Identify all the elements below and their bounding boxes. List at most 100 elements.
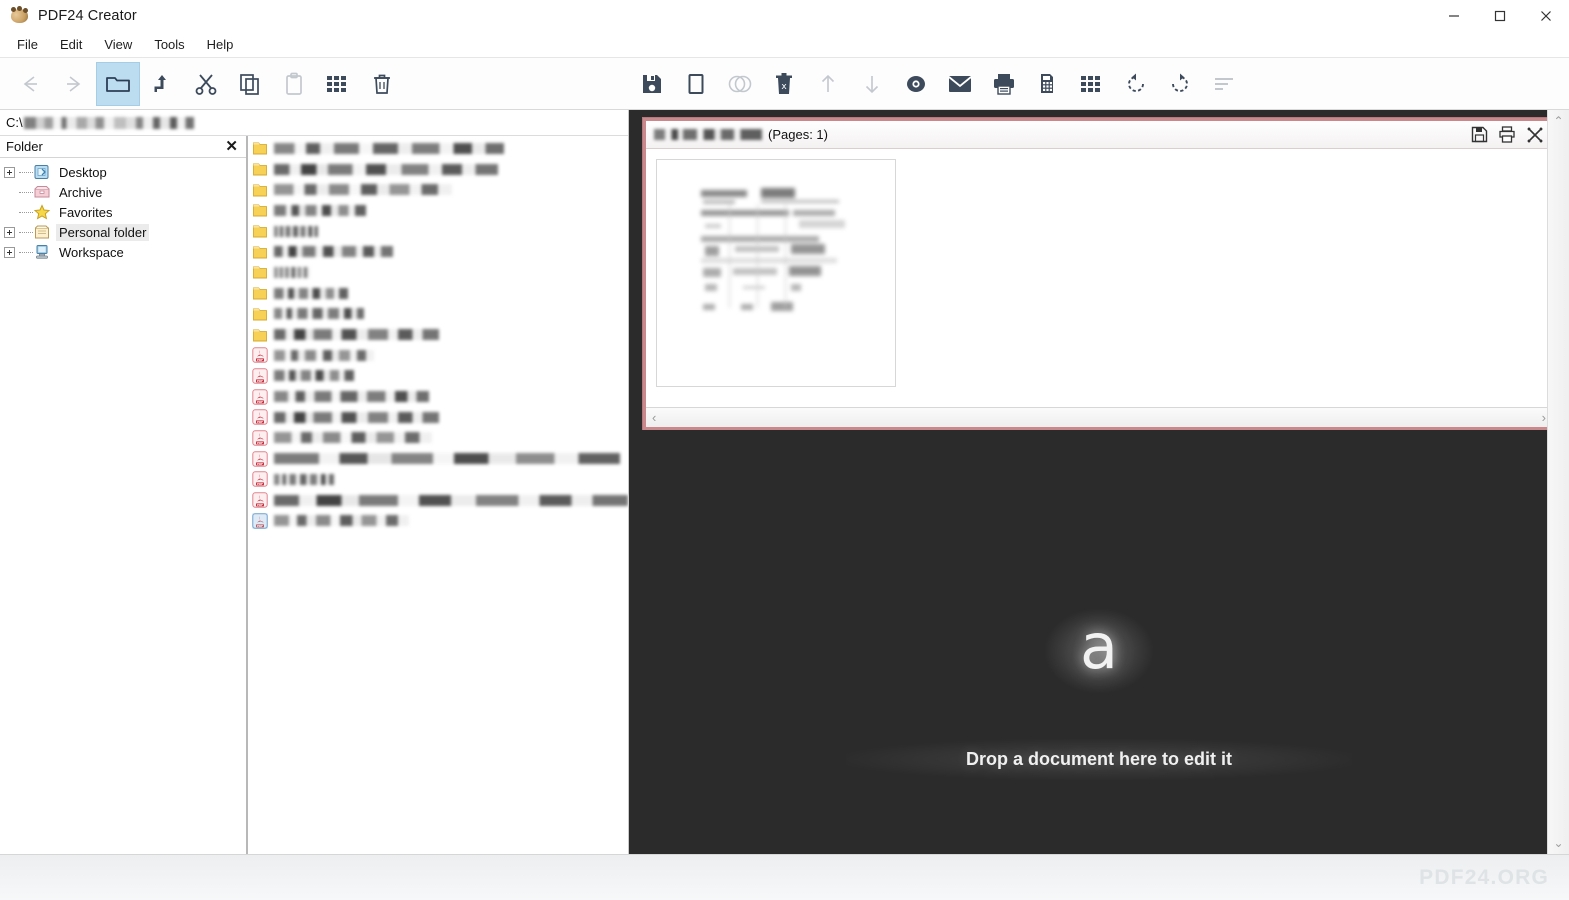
print-button[interactable] [982, 62, 1026, 106]
svg-text:PDF: PDF [257, 358, 263, 362]
print-document-icon[interactable] [1498, 126, 1516, 144]
tree-item-workspace[interactable]: Workspace [0, 242, 246, 262]
file-list-item[interactable]: PDF [248, 407, 628, 428]
file-list-item[interactable] [248, 283, 628, 304]
file-list-item[interactable] [248, 221, 628, 242]
scroll-left-icon[interactable]: ‹ [652, 410, 656, 425]
file-list[interactable]: PDF PDF PDF PDF PDF PDF PDF PDF PDF [248, 136, 628, 854]
close-icon[interactable]: ✕ [225, 139, 238, 154]
path-bar[interactable]: C:\ [0, 110, 628, 136]
toolbar-left-group [0, 61, 404, 106]
scroll-down-icon[interactable]: ⌄ [1553, 836, 1563, 850]
thumbnails-button[interactable] [1070, 62, 1114, 106]
file-list-item[interactable]: PDF [248, 469, 628, 490]
pdf-file-icon: PDF [252, 430, 268, 446]
pdf-file-icon: PDF [252, 450, 268, 467]
up-button[interactable] [140, 62, 184, 106]
pdf24-logo-icon: a [1045, 608, 1153, 693]
drop-zone[interactable]: a Drop a document here to edit it [629, 430, 1569, 854]
cut-button[interactable] [184, 62, 228, 106]
close-button[interactable] [1523, 0, 1569, 32]
file-name-redacted [274, 370, 354, 382]
rotate-right-button[interactable] [1158, 62, 1202, 106]
save-button[interactable] [630, 62, 674, 106]
rotate-left-button[interactable] [1114, 62, 1158, 106]
file-list-item[interactable] [248, 200, 628, 221]
tree-item-personal-folder[interactable]: Personal folder [0, 222, 246, 242]
file-list-item[interactable]: PDF [248, 490, 628, 511]
document-horizontal-scrollbar[interactable]: ‹ › [646, 407, 1552, 427]
expand-icon[interactable] [4, 246, 15, 258]
close-document-icon[interactable] [1526, 126, 1544, 144]
file-name-redacted [274, 473, 334, 485]
folder-button[interactable] [96, 61, 140, 106]
file-list-item[interactable]: PDF [248, 428, 628, 449]
forward-button[interactable] [52, 62, 96, 106]
file-name-redacted [274, 204, 366, 216]
file-list-item[interactable] [248, 262, 628, 283]
scroll-up-icon[interactable]: ⌃ [1553, 114, 1563, 128]
path-prefix: C:\ [6, 115, 23, 130]
document-panel[interactable]: (Pages: 1) ‹ › [643, 118, 1555, 430]
file-list-item[interactable] [248, 241, 628, 262]
editor-pane: (Pages: 1) ‹ › a Drop a document here to… [629, 110, 1569, 854]
move-up-button[interactable] [806, 62, 850, 106]
file-name-redacted [274, 163, 498, 175]
scroll-right-icon[interactable]: › [1542, 410, 1546, 425]
file-list-item[interactable]: PDF [248, 448, 628, 469]
delete-button[interactable] [360, 62, 404, 106]
file-list-item[interactable]: PDF [248, 366, 628, 387]
tree-item-favorites[interactable]: Favorites [0, 202, 246, 222]
file-list-item[interactable]: PDF [248, 510, 628, 531]
new-page-button[interactable] [674, 62, 718, 106]
delete-page-button[interactable]: x [762, 62, 806, 106]
expand-icon[interactable] [4, 166, 15, 178]
folder-icon [252, 140, 268, 156]
folder-icon [252, 306, 268, 322]
file-list-item[interactable] [248, 324, 628, 345]
pdf-file-icon: PDF [252, 492, 268, 508]
mail-button[interactable] [938, 62, 982, 106]
file-name-redacted [274, 246, 393, 258]
copy-button[interactable] [228, 62, 272, 106]
file-list-item[interactable] [248, 304, 628, 325]
file-list-item[interactable]: PDF [248, 345, 628, 366]
sort-button[interactable] [1202, 62, 1246, 106]
page-thumbnail[interactable] [656, 159, 896, 387]
menu-item-view[interactable]: View [93, 34, 143, 55]
merge-button[interactable] [718, 62, 762, 106]
maximize-button[interactable] [1477, 0, 1523, 32]
preview-button[interactable] [894, 62, 938, 106]
file-name-redacted [274, 266, 310, 278]
tree-item-archive[interactable]: Archive [0, 182, 246, 202]
menu-item-help[interactable]: Help [196, 34, 245, 55]
document-pages-label: (Pages: 1) [768, 127, 828, 142]
grid-view-button[interactable] [316, 62, 360, 106]
save-document-icon[interactable] [1470, 126, 1488, 144]
fax-button[interactable] [1026, 62, 1070, 106]
editor-vertical-scrollbar[interactable]: ⌃ ⌄ [1547, 110, 1569, 854]
pdf24-creator-window: PDF24 Creator File Edit View Tools Help [0, 0, 1569, 900]
tree-item-desktop[interactable]: Desktop [0, 162, 246, 182]
svg-text:PDF: PDF [257, 524, 263, 528]
menu-item-file[interactable]: File [6, 34, 49, 55]
file-list-item[interactable] [248, 159, 628, 180]
menu-item-tools[interactable]: Tools [143, 34, 195, 55]
back-button[interactable] [8, 62, 52, 106]
star-icon [33, 204, 51, 220]
file-name-redacted [274, 432, 432, 444]
window-controls [1431, 0, 1569, 32]
file-list-item[interactable] [248, 138, 628, 159]
pdf-file-icon: PDF [252, 347, 268, 363]
minimize-button[interactable] [1431, 0, 1477, 32]
expand-icon[interactable] [4, 226, 15, 238]
drop-zone-text: Drop a document here to edit it [845, 738, 1353, 780]
move-down-button[interactable] [850, 62, 894, 106]
tree-item-label: Personal folder [56, 223, 150, 241]
menu-item-edit[interactable]: Edit [49, 34, 93, 55]
folder-panel-title: Folder [6, 139, 43, 154]
paste-button[interactable] [272, 62, 316, 106]
folder-tree: Desktop Archive Favorites Personal folde… [0, 158, 246, 854]
file-list-item[interactable] [248, 179, 628, 200]
file-list-item[interactable]: PDF [248, 386, 628, 407]
